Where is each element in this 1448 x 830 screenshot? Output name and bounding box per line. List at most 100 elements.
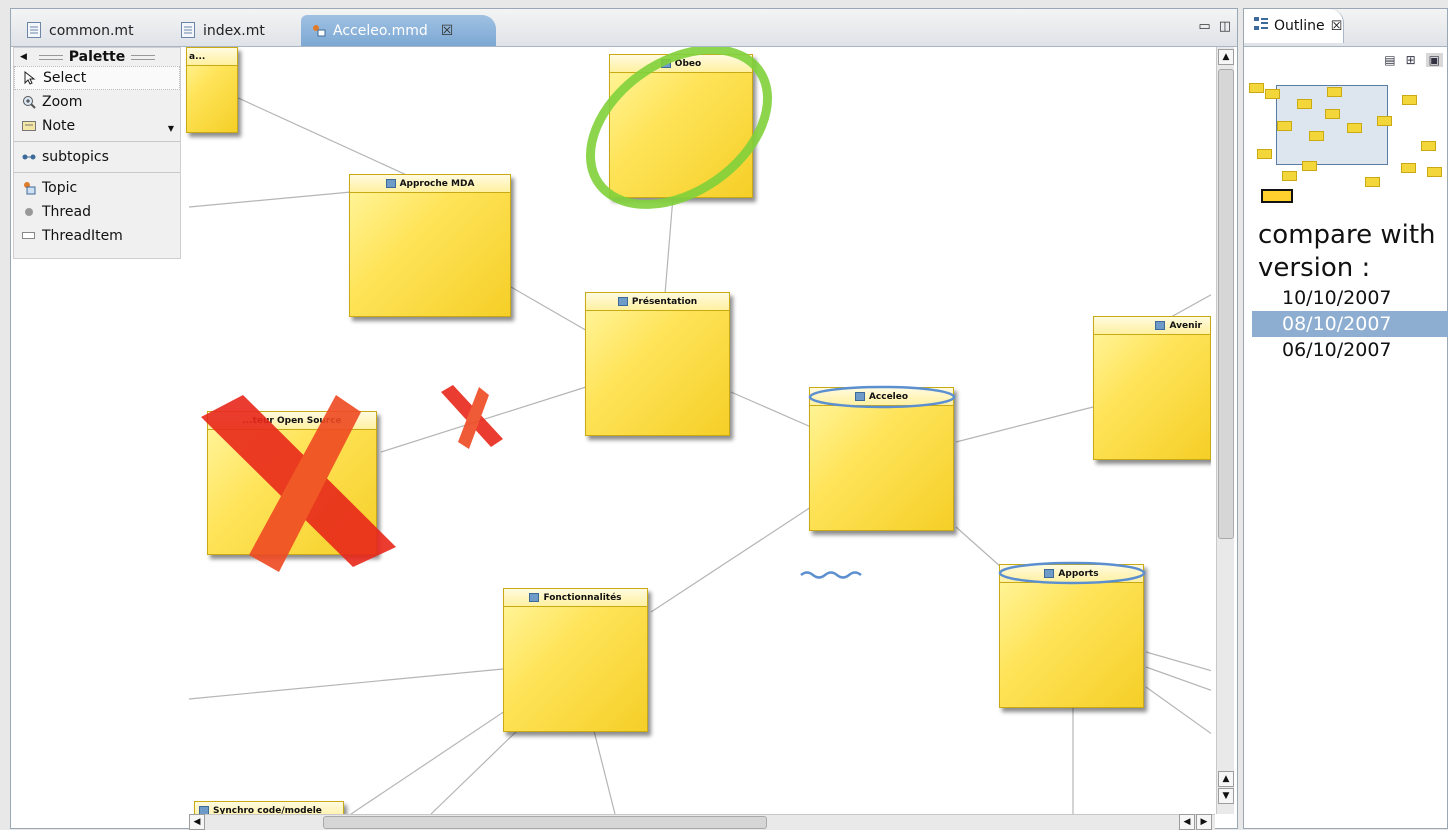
overview-icon[interactable]: ▣ [1425,53,1443,67]
note-title: Apports [1000,565,1143,583]
outline-view: Outline ☒ ▤ ⊞ ▣ compare with version : 1… [1243,8,1448,829]
note-title: Acceleo [810,388,953,406]
topic-icon [660,59,671,68]
horizontal-scroll-thumb[interactable] [323,816,767,829]
overview-note [1401,163,1416,173]
topic-note-acceleo[interactable]: Acceleo [809,387,954,531]
outline-toolbar: ▤ ⊞ ▣ [1384,53,1443,67]
note-title: ...teur Open Source [208,412,376,430]
overview-note [1302,161,1317,171]
overview-note [1277,121,1292,131]
scroll-up-icon[interactable]: ▲ [1218,49,1234,65]
topic-note-presentation[interactable]: Présentation [585,292,730,436]
topic-icon [617,297,628,306]
scroll-right-icon[interactable]: ▶ [1196,814,1212,830]
version-item-selected[interactable]: 08/10/2007 [1252,311,1448,337]
file-icon [27,22,42,39]
close-icon[interactable]: ☒ [1331,19,1343,34]
topic-note-avenir[interactable]: Avenir [1093,316,1211,460]
topic-icon [1155,321,1166,330]
minimize-icon[interactable]: ▭ [1198,19,1210,34]
topic-note-synchro[interactable]: Synchro code/modele [194,801,344,814]
horizontal-scrollbar[interactable]: ◀ ◀ ▶ [189,814,1215,830]
note-title-text: Fonctionnalités [543,592,622,603]
tool-label: Zoom [42,94,83,110]
topic-icon [199,806,209,814]
palette-topic-tool[interactable]: Topic [14,176,180,200]
palette-note-tool[interactable]: Note ▼ [14,114,180,138]
tree-view-icon[interactable]: ▤ [1384,53,1395,67]
note-title: Fonctionnalités [504,589,647,607]
tab-common-mt[interactable]: common.mt [17,15,167,46]
palette-header[interactable]: ◀ Palette [14,48,180,66]
overview-note [1365,177,1380,187]
topic-note[interactable]: a... [186,47,238,133]
note-title-text: Apports [1058,568,1099,579]
topic-note-approche-mda[interactable]: Approche MDA [349,174,511,317]
scroll-down-icon[interactable]: ▼ [1218,788,1234,804]
overview-note [1327,87,1342,97]
grip-icon [38,54,63,60]
overview-note [1249,83,1264,93]
tool-label: Thread [42,204,91,220]
note-title-text: Approche MDA [399,178,475,189]
thread-item-icon [22,229,36,243]
tool-label: subtopics [42,149,109,165]
compare-label: compare with version : [1258,219,1436,285]
scroll-left-icon[interactable]: ◀ [1179,814,1195,830]
vertical-scroll-thumb[interactable] [1218,69,1234,539]
palette-zoom-tool[interactable]: Zoom [14,90,180,114]
tab-label: common.mt [49,22,134,39]
tab-acceleo-mmd[interactable]: Acceleo.mmd ☒ [301,15,496,46]
palette-select-tool[interactable]: Select [14,66,180,90]
overview-note [1309,131,1324,141]
overview-note [1265,89,1280,99]
topic-note-open-source[interactable]: ...teur Open Source [207,411,377,555]
compare-label-line: compare with [1258,220,1436,250]
diagram-editor: common.mt index.mt Acceleo.mmd ☒ ▭ ◫ a..… [10,8,1238,830]
close-icon[interactable]: ☒ [441,23,454,39]
palette-subtopics-tool[interactable]: subtopics [14,145,180,169]
topic-note-fonctionnalites[interactable]: Fonctionnalités [503,588,648,732]
note-title: Avenir [1094,317,1210,335]
compare-label-line: version : [1258,253,1371,283]
palette: ◀ Palette Select Zoom Note ▼ subtopics T… [13,47,181,259]
version-item[interactable]: 06/10/2007 [1252,337,1448,363]
tab-index-mt[interactable]: index.mt [171,15,296,46]
zoom-icon [22,95,36,109]
scroll-up-icon[interactable]: ▲ [1218,771,1234,787]
grip-icon [131,54,156,60]
outline-icon [1254,17,1268,35]
tool-label: Note [42,118,76,134]
scroll-left-icon[interactable]: ◀ [189,814,205,830]
topic-icon [854,392,865,401]
overview-note [1325,109,1340,119]
maximize-icon[interactable]: ◫ [1219,19,1231,34]
overview-viewport[interactable] [1276,85,1388,165]
overview-note [1347,123,1362,133]
topic-note-apports[interactable]: Apports [999,564,1144,708]
hierarchy-icon[interactable]: ⊞ [1406,53,1416,67]
arrow-cursor-icon [23,71,37,85]
overview-note [1421,141,1436,151]
collapse-arrow-icon[interactable]: ◀ [20,52,27,62]
overview-note [1257,149,1272,159]
topic-icon [22,181,36,195]
palette-threaditem-tool[interactable]: ThreadItem [14,224,180,248]
topic-note-obeo[interactable]: Obeo [609,54,753,198]
topic-icon [385,179,396,188]
vertical-scrollbar[interactable]: ▲ ▲ ▼ [1216,47,1234,814]
note-title: Obeo [610,55,752,73]
topic-icon [529,593,540,602]
overview-note [1377,116,1392,126]
editor-tab-bar: common.mt index.mt Acceleo.mmd ☒ ▭ ◫ [11,9,1237,47]
diagram-canvas[interactable]: a... Obeo Approche MDA Présentation Aven… [11,47,1211,814]
version-list: 10/10/2007 08/10/2007 06/10/2007 [1252,285,1448,363]
overview-note [1297,99,1312,109]
palette-thread-tool[interactable]: Thread [14,200,180,224]
version-item[interactable]: 10/10/2007 [1252,285,1448,311]
diagram-overview[interactable] [1247,81,1447,211]
tab-outline[interactable]: Outline ☒ [1244,9,1344,43]
overview-note [1402,95,1417,105]
chevron-down-icon[interactable]: ▼ [168,124,174,133]
